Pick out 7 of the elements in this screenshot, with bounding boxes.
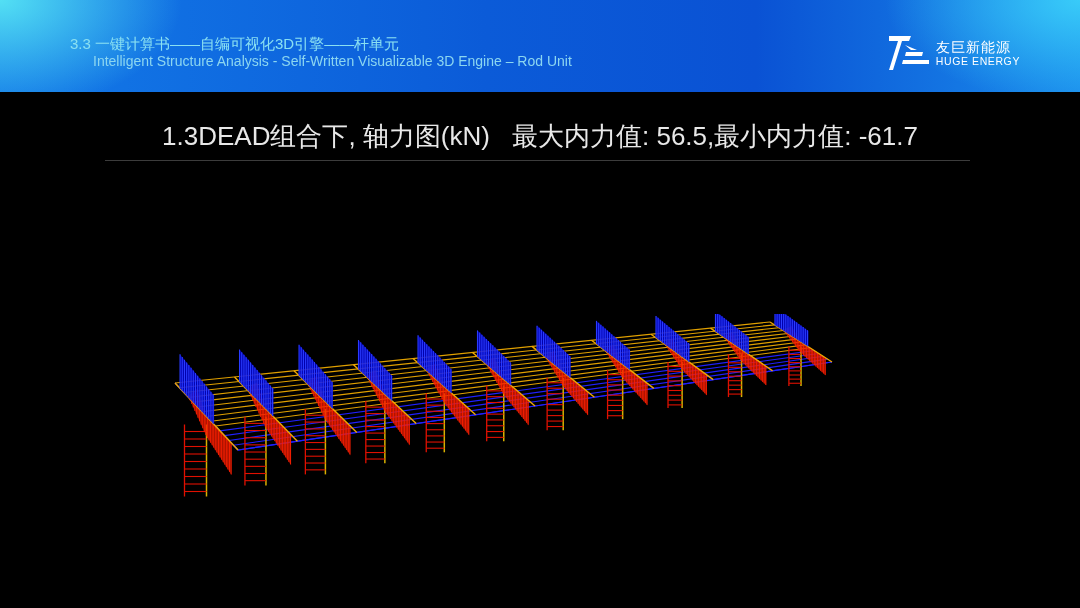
force-range-text: 最大内力值: 56.5,最小内力值: -61.7 xyxy=(511,120,918,152)
slide-subtitle: Intelligent Structure Analysis - Self-Written Visualizable 3D Engine – Rod Unit xyxy=(92,53,572,70)
slide-title: 3.3 一键计算书——自编可视化3D引擎——杆单元 xyxy=(70,35,401,53)
diagram-caption: 1.3DEAD组合下, 轴力图(kN) xyxy=(162,120,490,152)
company-name-english: HUGE ENERGY xyxy=(935,54,1020,68)
logo-icon xyxy=(888,36,929,70)
company-name: 友巨新能源 xyxy=(935,38,1012,55)
